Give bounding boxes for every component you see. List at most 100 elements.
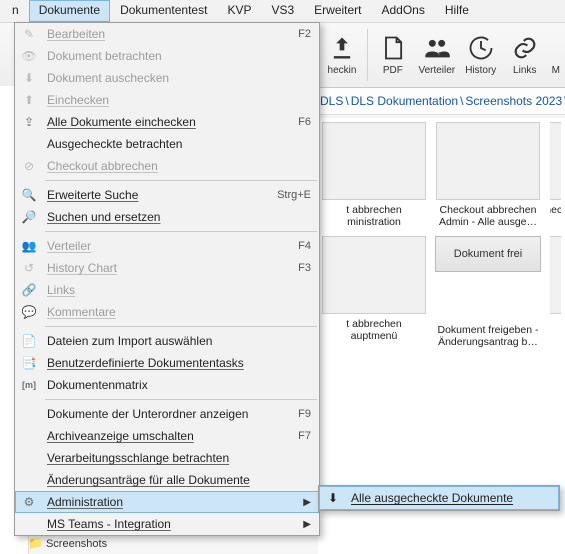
ribbon-history-label: History: [465, 65, 496, 76]
thumb-label: Checkout abbrechen Admin - Alle ausge…: [436, 204, 540, 228]
menu-item-label: Erweiterte Suche: [47, 188, 269, 202]
menu-item-label: Bearbeiten: [47, 27, 290, 41]
ribbon-more[interactable]: M: [547, 34, 565, 76]
menu-addons[interactable]: AddOns: [372, 0, 435, 22]
admin-icon: ⚙: [19, 494, 39, 510]
menu-item-label: Dokumentenmatrix: [47, 378, 311, 392]
submenu-alle-ausgecheckte[interactable]: ⬇ Alle ausgecheckte Dokumente: [319, 486, 559, 510]
menu-item-label: Dokumente der Unterordner anzeigen: [47, 407, 290, 421]
link-icon: [511, 34, 539, 62]
blank-icon: [19, 516, 39, 532]
menu-item-label: Verteiler: [47, 239, 290, 253]
menu-aenderungsantraege[interactable]: Änderungsanträge für alle Dokumente: [15, 469, 319, 491]
menu-item-label: History Chart: [47, 261, 290, 275]
menu-benutzer-tasks[interactable]: 📑 Benutzerdefinierte Dokumententasks: [15, 352, 319, 374]
menu-bearbeiten[interactable]: ✎ Bearbeiten F2: [15, 23, 319, 45]
tree-item-screenshots[interactable]: 📁Screenshots: [28, 536, 107, 550]
thumbnail-icon: [322, 236, 426, 314]
menu-truncated: n: [2, 0, 29, 22]
menu-item-label: Kommentare: [47, 305, 311, 319]
menu-verarbeitungsschlange[interactable]: Verarbeitungsschlange betrachten: [15, 447, 319, 469]
menu-verteiler[interactable]: 👥 Verteiler F4: [15, 235, 319, 257]
ribbon-links[interactable]: Links: [503, 34, 547, 76]
shortcut: F9: [298, 408, 311, 420]
path-seg-doku[interactable]: DLS Dokumentation: [351, 94, 458, 108]
ribbon-separator: [367, 29, 368, 81]
blank-icon: [19, 406, 39, 422]
menu-alle-einchecken[interactable]: ⇪ Alle Dokumente einchecken F6: [15, 111, 319, 133]
chevron-right-icon: ▶: [301, 497, 311, 508]
ribbon-verteiler[interactable]: Verteiler: [415, 34, 459, 76]
thumb-item[interactable]: t abbrechen ministration: [322, 122, 426, 228]
ribbon-verteiler-label: Verteiler: [418, 65, 455, 76]
menu-links[interactable]: 🔗 Links: [15, 279, 319, 301]
ribbon-checkin[interactable]: heckin: [320, 34, 364, 76]
menu-item-label: Dokument betrachten: [47, 49, 311, 63]
menu-dokumente[interactable]: Dokumente: [29, 0, 110, 22]
menu-archivanzeige[interactable]: Archiveanzeige umschalten F7: [15, 425, 319, 447]
thumb-item[interactable]: Dokument frei Dokument freigeben - Änder…: [436, 236, 540, 348]
menu-vs3[interactable]: VS3: [261, 0, 304, 22]
shortcut: F2: [298, 28, 311, 40]
people-icon: 👥: [19, 238, 39, 254]
ribbon-history[interactable]: History: [459, 34, 503, 76]
thumb-item[interactable]: [550, 236, 561, 348]
menu-item-label: Archiveanzeige umschalten: [47, 429, 290, 443]
import-icon: 📄: [19, 333, 39, 349]
menu-history-chart[interactable]: ↺ History Chart F3: [15, 257, 319, 279]
administration-submenu: ⬇ Alle ausgecheckte Dokumente: [318, 485, 560, 511]
thumb-item[interactable]: Checko: [550, 122, 561, 228]
shortcut: F4: [298, 240, 311, 252]
thumb-item[interactable]: t abbrechen auptmenü: [322, 236, 426, 348]
menu-item-label: Alle Dokumente einchecken: [47, 115, 290, 129]
menu-item-label: Checkout abbrechen: [47, 159, 311, 173]
thumb-item[interactable]: Checkout abbrechen Admin - Alle ausge…: [436, 122, 540, 228]
menu-einchecken[interactable]: ⬆ Einchecken: [15, 89, 319, 111]
menu-item-label: Ausgecheckte betrachten: [47, 137, 311, 151]
ribbon-pdf[interactable]: PDF: [371, 34, 415, 76]
history-icon: [467, 34, 495, 62]
menu-dokumentenmatrix[interactable]: [m] Dokumentenmatrix: [15, 374, 319, 396]
menu-kommentare[interactable]: 💬 Kommentare: [15, 301, 319, 323]
menu-kvp[interactable]: KVP: [217, 0, 261, 22]
blank-icon: [19, 472, 39, 488]
ribbon-links-label: Links: [513, 65, 536, 76]
tasks-icon: 📑: [19, 355, 39, 371]
menu-dateien-import[interactable]: 📄 Dateien zum Import auswählen: [15, 330, 319, 352]
thumb-label: t abbrechen ministration: [346, 204, 401, 228]
menu-erweiterte-suche[interactable]: 🔍 Erweiterte Suche Strg+E: [15, 184, 319, 206]
thumb-label: Checko: [550, 204, 561, 216]
menu-dokumententest[interactable]: Dokumententest: [110, 0, 217, 22]
ribbon-pdf-label: PDF: [383, 65, 403, 76]
view-icon: 👁: [19, 48, 39, 64]
menu-ms-teams[interactable]: MS Teams - Integration ▶: [15, 513, 319, 535]
shortcut: Strg+E: [277, 189, 311, 201]
path-seg-screens[interactable]: Screenshots 2023: [465, 94, 562, 108]
menu-ausgecheckte-betrachten[interactable]: Ausgecheckte betrachten: [15, 133, 319, 155]
menu-bar: n Dokumente Dokumententest KVP VS3 Erwei…: [0, 0, 565, 23]
menu-item-label: Links: [47, 283, 311, 297]
thumbnail-icon: [436, 122, 540, 200]
tree-item-label: Screenshots: [46, 538, 107, 550]
menu-unterordner-anzeigen[interactable]: Dokumente der Unterordner anzeigen F9: [15, 403, 319, 425]
matrix-icon: [m]: [19, 377, 39, 393]
menu-item-label: Benutzerdefinierte Dokumententasks: [47, 356, 311, 370]
link-icon: 🔗: [19, 282, 39, 298]
menu-separator: [45, 399, 317, 400]
menu-separator: [45, 180, 317, 181]
search-icon: 🔎: [19, 209, 39, 225]
menu-dokument-auschecken[interactable]: ⬇ Dokument auschecken: [15, 67, 319, 89]
menu-suchen-ersetzen[interactable]: 🔎 Suchen und ersetzen: [15, 206, 319, 228]
blank-icon: [19, 450, 39, 466]
menu-item-label: Änderungsanträge für alle Dokumente: [47, 473, 311, 487]
menu-hilfe[interactable]: Hilfe: [435, 0, 479, 22]
checkout-icon: ⬇: [19, 70, 39, 86]
menu-item-label: Alle ausgecheckte Dokumente: [351, 491, 551, 505]
menu-checkout-abbrechen[interactable]: ⊘ Checkout abbrechen: [15, 155, 319, 177]
path-seg-dls[interactable]: DLS: [320, 94, 343, 108]
button-thumbnail: Dokument frei: [435, 236, 541, 272]
menu-erweitert[interactable]: Erweitert: [304, 0, 371, 22]
menu-dokument-betrachten[interactable]: 👁 Dokument betrachten: [15, 45, 319, 67]
menu-administration[interactable]: ⚙ Administration ▶: [15, 491, 319, 513]
folder-icon: 📁: [28, 536, 43, 550]
